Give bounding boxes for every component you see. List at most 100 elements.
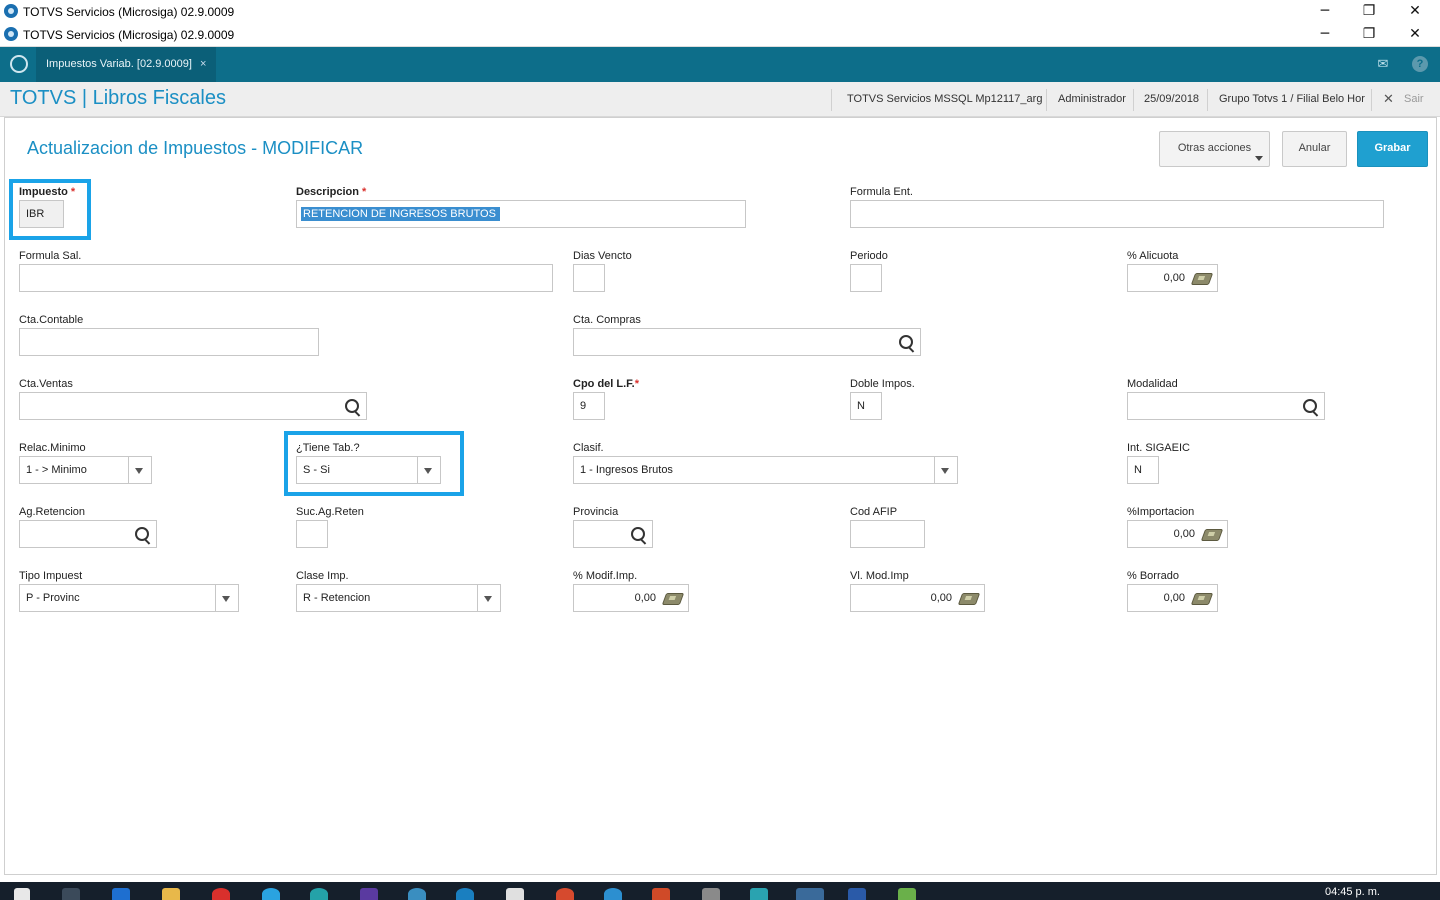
minimize-button[interactable]: ─ xyxy=(1302,1,1348,22)
date-info: 25/09/2018 xyxy=(1144,93,1200,105)
app-logo-icon xyxy=(4,27,18,41)
cta-ventas-label: Cta.Ventas xyxy=(19,378,73,390)
search-icon[interactable] xyxy=(899,335,913,349)
clase-imp-select[interactable]: R - Retencion xyxy=(296,584,501,612)
calculator-icon[interactable] xyxy=(661,593,685,605)
file-explorer-icon[interactable] xyxy=(162,888,180,900)
app3-icon[interactable] xyxy=(898,888,916,900)
module-brand: TOTVS | Libros Fiscales xyxy=(10,87,226,109)
cod-afip-field[interactable] xyxy=(850,520,925,548)
dropdown-arrow-icon[interactable] xyxy=(128,457,151,483)
importacion-field[interactable]: 0,00 xyxy=(1127,520,1228,548)
messenger-icon[interactable] xyxy=(310,888,328,900)
app2-icon[interactable] xyxy=(750,888,768,900)
globe-icon[interactable] xyxy=(604,888,622,900)
periodo-field[interactable] xyxy=(850,264,882,292)
inner-minimize-button[interactable]: ─ xyxy=(1302,24,1348,45)
anular-button[interactable]: Anular xyxy=(1282,131,1347,167)
powerpoint-icon[interactable] xyxy=(652,888,670,900)
inner-close-button[interactable]: ✕ xyxy=(1392,24,1438,45)
totvs-menu-icon[interactable] xyxy=(10,55,28,73)
cpo-lf-field[interactable]: 9 xyxy=(573,392,605,420)
window-icon[interactable] xyxy=(506,888,524,900)
cta-contable-field[interactable] xyxy=(19,328,319,356)
suc-ag-reten-field[interactable] xyxy=(296,520,328,548)
clasif-value: 1 - Ingresos Brutos xyxy=(580,464,673,476)
required-marker: * xyxy=(70,186,76,198)
importacion-label: %Importacion xyxy=(1127,506,1195,518)
impuesto-field[interactable]: IBR xyxy=(19,200,64,228)
cta-contable-label: Cta.Contable xyxy=(19,314,84,326)
int-sigaeic-field[interactable]: N xyxy=(1127,456,1159,484)
app-toolbar: Impuestos Variab. [02.9.0009] × ✉ ? xyxy=(0,47,1440,82)
inner-restore-button[interactable]: ❐ xyxy=(1346,24,1392,45)
modalidad-field[interactable] xyxy=(1127,392,1325,420)
help-icon[interactable]: ? xyxy=(1412,56,1428,72)
modalidad-label: Modalidad xyxy=(1127,378,1178,390)
calculator-icon[interactable] xyxy=(1190,593,1214,605)
clasif-select[interactable]: 1 - Ingresos Brutos xyxy=(573,456,958,484)
close-button[interactable]: ✕ xyxy=(1392,1,1438,22)
borrado-label: % Borrado xyxy=(1127,570,1179,582)
cta-ventas-field[interactable] xyxy=(19,392,367,420)
calculator-icon[interactable] xyxy=(1200,529,1224,541)
vl-mod-imp-field[interactable]: 0,00 xyxy=(850,584,985,612)
outer-titlebar: TOTVS Servicios (Microsiga) 02.9.0009 ─ … xyxy=(0,0,1440,23)
skype-icon[interactable] xyxy=(262,888,280,900)
tool-icon[interactable] xyxy=(702,888,720,900)
search-icon[interactable] xyxy=(135,527,149,541)
page-title: Actualizacion de Impuestos - MODIFICAR xyxy=(27,138,364,158)
dropdown-arrow-icon[interactable] xyxy=(215,585,238,611)
search-icon[interactable] xyxy=(631,527,645,541)
start-icon[interactable] xyxy=(14,888,30,900)
exit-icon[interactable]: ✕ xyxy=(1383,91,1394,107)
active-app-icon[interactable] xyxy=(796,888,824,900)
ag-retencion-field[interactable] xyxy=(19,520,157,548)
relac-minimo-select[interactable]: 1 - > Minimo xyxy=(19,456,152,484)
cod-afip-label: Cod AFIP xyxy=(850,506,898,518)
app-icon[interactable] xyxy=(408,888,426,900)
search-icon[interactable] xyxy=(1303,399,1317,413)
tipo-impuest-select[interactable]: P - Provinc xyxy=(19,584,239,612)
header-divider xyxy=(1371,89,1372,111)
doble-impos-field[interactable]: N xyxy=(850,392,882,420)
alicuota-field[interactable]: 0,00 xyxy=(1127,264,1218,292)
task-view-icon[interactable] xyxy=(62,888,80,900)
outlook-icon[interactable] xyxy=(112,888,130,900)
borrado-field[interactable]: 0,00 xyxy=(1127,584,1218,612)
formula-ent-field[interactable] xyxy=(850,200,1384,228)
dias-vencto-field[interactable] xyxy=(573,264,605,292)
impuesto-label: Impuesto * xyxy=(19,186,75,198)
exit-link[interactable]: Sair xyxy=(1404,93,1424,105)
module-header: TOTVS | Libros Fiscales TOTVS Servicios … xyxy=(0,82,1440,117)
environment-info: TOTVS Servicios MSSQL Mp12117_arg xyxy=(847,93,1043,105)
descripcion-field[interactable]: RETENCION DE INGRESOS BRUTOS xyxy=(296,200,746,228)
inner-window-title: TOTVS Servicios (Microsiga) 02.9.0009 xyxy=(23,28,235,42)
totvs-icon[interactable] xyxy=(456,888,474,900)
descripcion-label-text: Descripcion xyxy=(296,186,359,198)
onenote-icon[interactable] xyxy=(360,888,378,900)
cta-compras-field[interactable] xyxy=(573,328,921,356)
provincia-field[interactable] xyxy=(573,520,653,548)
borrado-value: 0,00 xyxy=(1163,592,1185,604)
search-icon[interactable] xyxy=(345,399,359,413)
calculator-icon[interactable] xyxy=(1190,273,1214,285)
restore-button[interactable]: ❐ xyxy=(1346,1,1392,22)
dropdown-arrow-icon[interactable] xyxy=(477,585,500,611)
tiene-tab-select[interactable]: S - Si xyxy=(296,456,441,484)
clasif-label: Clasif. xyxy=(573,442,604,454)
mail-icon[interactable]: ✉ xyxy=(1375,56,1391,72)
word-icon[interactable] xyxy=(848,888,866,900)
formula-sal-field[interactable] xyxy=(19,264,553,292)
calculator-icon[interactable] xyxy=(957,593,981,605)
doble-impos-label: Doble Impos. xyxy=(850,378,915,390)
dropdown-arrow-icon[interactable] xyxy=(934,457,957,483)
opera-icon[interactable] xyxy=(212,888,230,900)
tab-impuestos-variab[interactable]: Impuestos Variab. [02.9.0009] × xyxy=(36,47,217,82)
modif-imp-field[interactable]: 0,00 xyxy=(573,584,689,612)
dropdown-arrow-icon[interactable] xyxy=(417,457,440,483)
grabar-button[interactable]: Grabar xyxy=(1357,131,1428,167)
chrome-icon[interactable] xyxy=(556,888,574,900)
otras-acciones-button[interactable]: Otras acciones xyxy=(1159,131,1270,167)
tab-close-icon[interactable]: × xyxy=(200,58,206,70)
